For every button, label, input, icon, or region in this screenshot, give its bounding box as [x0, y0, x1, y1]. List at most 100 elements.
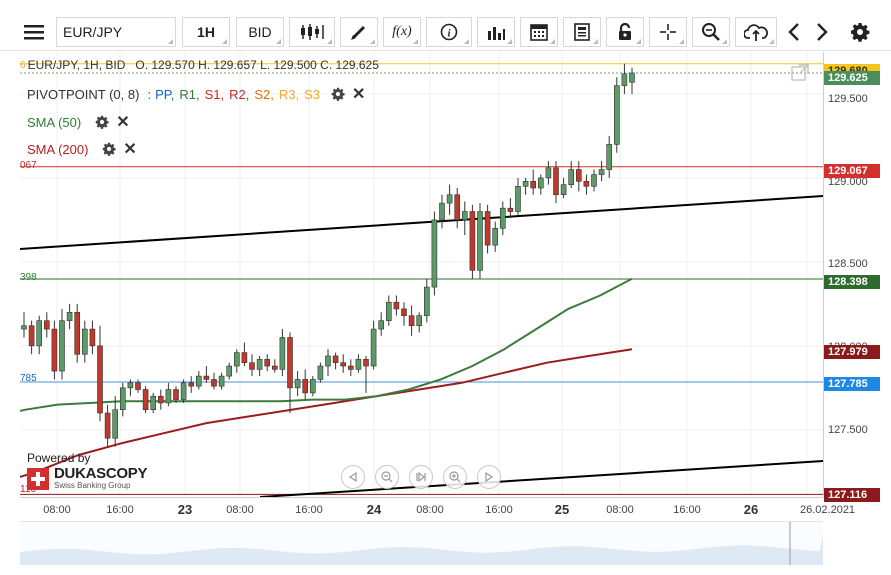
- sma200-close-icon[interactable]: ✕: [123, 139, 136, 159]
- candle-body: [279, 337, 286, 370]
- candle-body: [347, 365, 354, 370]
- time-label: 16:00: [106, 504, 134, 516]
- ohlc-header: 6 EUR/JPY, 1H, BID O. 129.570 H. 129.657…: [20, 58, 379, 72]
- candle-body: [127, 382, 134, 389]
- toolbar: EUR/JPY 1H BID f(x) i: [0, 0, 891, 51]
- candle-body: [180, 382, 187, 400]
- candle-body: [370, 328, 377, 367]
- candle-body: [423, 286, 430, 316]
- calendar-icon: [530, 24, 548, 41]
- candle-body: [439, 202, 445, 221]
- crosshair-button[interactable]: [649, 17, 687, 47]
- candle-body: [112, 409, 118, 439]
- sma50-settings-icon[interactable]: [95, 115, 109, 129]
- arrow-right-icon: [817, 23, 828, 41]
- triangle-left-icon: [348, 472, 357, 482]
- candle-body: [401, 308, 407, 316]
- navigator-strip[interactable]: [20, 521, 823, 565]
- price-chart[interactable]: [20, 52, 823, 497]
- arrow-left-icon: [788, 23, 799, 41]
- candle-body: [454, 194, 461, 221]
- menu-icon[interactable]: [18, 17, 50, 47]
- price-type-select[interactable]: BID: [236, 17, 284, 47]
- time-label: 08:00: [606, 504, 634, 516]
- candle-body: [97, 345, 103, 414]
- price-tag-pp: 128.398: [824, 275, 880, 289]
- price-axis[interactable]: 129.500 129.000 128.500 128.000 127.500 …: [823, 52, 882, 502]
- candle-body: [416, 315, 423, 327]
- candle-body: [591, 174, 597, 187]
- pivot-legend-item: R1,: [179, 86, 200, 102]
- sma200-settings-icon[interactable]: [102, 142, 117, 156]
- scroll-right-button[interactable]: [810, 17, 834, 47]
- brand-tagline: Swiss Banking Group: [54, 481, 131, 490]
- candle-body: [173, 389, 179, 400]
- candle-body: [256, 359, 263, 370]
- candle-body: [142, 389, 149, 410]
- left-label-pp: 398: [20, 272, 37, 283]
- calendar-button[interactable]: [520, 17, 558, 47]
- candle-body: [598, 169, 605, 175]
- candle-body: [515, 186, 521, 212]
- zoom-button[interactable]: [692, 17, 730, 47]
- crosshair-icon: [660, 24, 676, 40]
- pivot-close-icon[interactable]: ✕: [352, 84, 365, 104]
- candle-body: [385, 301, 392, 321]
- scroll-forward-button[interactable]: [477, 465, 501, 489]
- info-icon: i: [440, 23, 458, 41]
- candle-body: [89, 328, 96, 347]
- reset-view-button[interactable]: [409, 465, 433, 489]
- expand-icon[interactable]: [790, 63, 810, 83]
- zoom-in-button[interactable]: [443, 465, 467, 489]
- sma50-close-icon[interactable]: ✕: [116, 112, 129, 132]
- candle-body: [59, 320, 65, 372]
- candle-body: [226, 365, 232, 377]
- candle-body: [583, 181, 590, 187]
- sma200-label: SMA (200): [27, 141, 89, 157]
- candle-body: [211, 379, 217, 387]
- svg-text:i: i: [447, 28, 451, 40]
- candle-body: [621, 73, 628, 86]
- draw-icon: [351, 25, 366, 40]
- report-button[interactable]: [563, 17, 601, 47]
- powered-by-text: Powered by: [27, 451, 91, 465]
- candle-body: [393, 301, 400, 310]
- period-select[interactable]: 1H: [182, 17, 230, 47]
- candle-body: [629, 72, 635, 83]
- candle-body: [537, 177, 544, 189]
- candle-body: [492, 228, 499, 246]
- time-axis[interactable]: 26.02.2021 08:00 16:00 23 08:00 16:00 24 08:00…: [20, 497, 855, 522]
- upload-button[interactable]: [735, 17, 777, 47]
- legend-sma50: SMA (50) ✕: [27, 112, 130, 132]
- pivot-legend-item: S1,: [204, 86, 225, 102]
- report-icon: [574, 23, 590, 41]
- zoom-out-icon: [381, 471, 393, 483]
- price-tag-sma200: 127.979: [824, 345, 880, 359]
- price-type-label: BID: [248, 24, 272, 40]
- zoom-out-button[interactable]: [375, 465, 399, 489]
- cloud-upload-icon: [744, 24, 768, 41]
- candle-body: [165, 389, 172, 404]
- volume-button[interactable]: [477, 17, 515, 47]
- day-label: 23: [177, 502, 193, 517]
- candle-body: [104, 412, 111, 439]
- sma50-line: [20, 277, 633, 412]
- price-label: 129.500: [828, 93, 868, 105]
- pivot-settings-icon[interactable]: [331, 87, 345, 101]
- candle-body: [66, 311, 73, 321]
- symbol-select[interactable]: EUR/JPY: [56, 17, 176, 47]
- time-label: 08:00: [226, 504, 254, 516]
- function-button[interactable]: f(x): [383, 17, 421, 47]
- draw-button[interactable]: [340, 17, 378, 47]
- info-button[interactable]: i: [426, 17, 472, 47]
- settings-button[interactable]: [846, 17, 874, 47]
- candle-body: [553, 167, 559, 196]
- time-label: 16:00: [485, 504, 513, 516]
- scroll-left-button[interactable]: [782, 17, 806, 47]
- price-tag-s2: 127.116: [824, 488, 880, 502]
- time-label: 16:00: [673, 504, 701, 516]
- candle-body: [378, 320, 385, 330]
- chart-type-button[interactable]: [289, 17, 335, 47]
- lock-button[interactable]: [606, 17, 644, 47]
- scroll-back-button[interactable]: [341, 465, 365, 489]
